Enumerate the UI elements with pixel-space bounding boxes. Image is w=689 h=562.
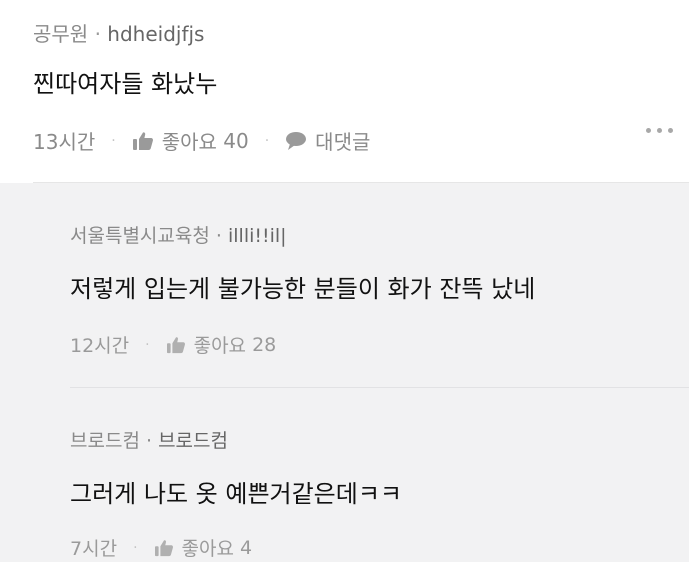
like-count: 4 bbox=[240, 536, 253, 559]
reply-author[interactable]: 브로드컴 bbox=[70, 430, 140, 452]
reply-text: 그러게 나도 옷 예쁜거같은데ㅋㅋ bbox=[70, 480, 403, 508]
action-separator: · bbox=[111, 132, 116, 149]
more-dots-icon[interactable] bbox=[646, 128, 673, 133]
reply-meta: 브로드컴 · 브로드컴 bbox=[70, 426, 228, 453]
like-label: 좋아요 bbox=[161, 130, 217, 154]
reply-time: 7시간 bbox=[70, 538, 118, 560]
reply-author[interactable]: 서울특별시교육청 bbox=[70, 225, 210, 247]
comment-meta: 공무원 · hdheidjfjs bbox=[33, 18, 204, 47]
like-label: 좋아요 bbox=[181, 538, 234, 560]
reply-time: 12시간 bbox=[70, 335, 130, 357]
like-button[interactable]: 좋아요 4 bbox=[154, 534, 253, 561]
comment-time: 13시간 bbox=[33, 130, 96, 154]
like-label: 좋아요 bbox=[193, 335, 247, 357]
reply-button[interactable]: 대댓글 bbox=[285, 126, 370, 155]
like-button[interactable]: 좋아요 40 bbox=[132, 126, 249, 155]
reply-user-id[interactable]: illli!!il| bbox=[228, 225, 287, 247]
reply-meta: 서울특별시교육청 · illli!!il| bbox=[70, 221, 287, 248]
like-count: 40 bbox=[223, 128, 249, 153]
speech-bubble-icon bbox=[285, 131, 307, 151]
action-separator: · bbox=[133, 539, 138, 556]
like-button[interactable]: 좋아요 28 bbox=[166, 331, 277, 358]
comment-text: 찐따여자들 화났누 bbox=[33, 70, 218, 98]
action-separator: · bbox=[264, 132, 270, 149]
action-separator: · bbox=[145, 336, 150, 353]
reply-item: 브로드컴 · 브로드컴 그러게 나도 옷 예쁜거같은데ㅋㅋ 7시간 · 좋아요 … bbox=[70, 388, 689, 562]
meta-separator: · bbox=[215, 225, 222, 247]
comment-user-id[interactable]: hdheidjfjs bbox=[107, 22, 204, 46]
reply-user-id[interactable]: 브로드컴 bbox=[158, 430, 228, 452]
meta-separator: · bbox=[145, 430, 153, 452]
comment-author[interactable]: 공무원 bbox=[33, 22, 88, 46]
meta-separator: · bbox=[94, 22, 101, 46]
reply-list: 서울특별시교육청 · illli!!il| 저렇게 입는게 불가능한 분들이 화… bbox=[0, 183, 689, 562]
reply-label: 대댓글 bbox=[315, 130, 371, 154]
comment-item: 공무원 · hdheidjfjs 찐따여자들 화났누 13시간 · 좋아요 40… bbox=[0, 0, 689, 183]
thumbs-up-icon bbox=[154, 539, 174, 557]
thumbs-up-icon bbox=[132, 131, 154, 151]
reply-item: 서울특별시교육청 · illli!!il| 저렇게 입는게 불가능한 분들이 화… bbox=[70, 183, 689, 387]
thumbs-up-icon bbox=[166, 336, 186, 354]
reply-actions: 12시간 · 좋아요 28 bbox=[70, 331, 276, 358]
like-count: 28 bbox=[252, 333, 277, 356]
comment-actions: 13시간 · 좋아요 40 · 대댓글 bbox=[33, 126, 370, 155]
reply-actions: 7시간 · 좋아요 4 bbox=[70, 534, 252, 561]
reply-text: 저렇게 입는게 불가능한 분들이 화가 잔뜩 났네 bbox=[70, 275, 536, 303]
